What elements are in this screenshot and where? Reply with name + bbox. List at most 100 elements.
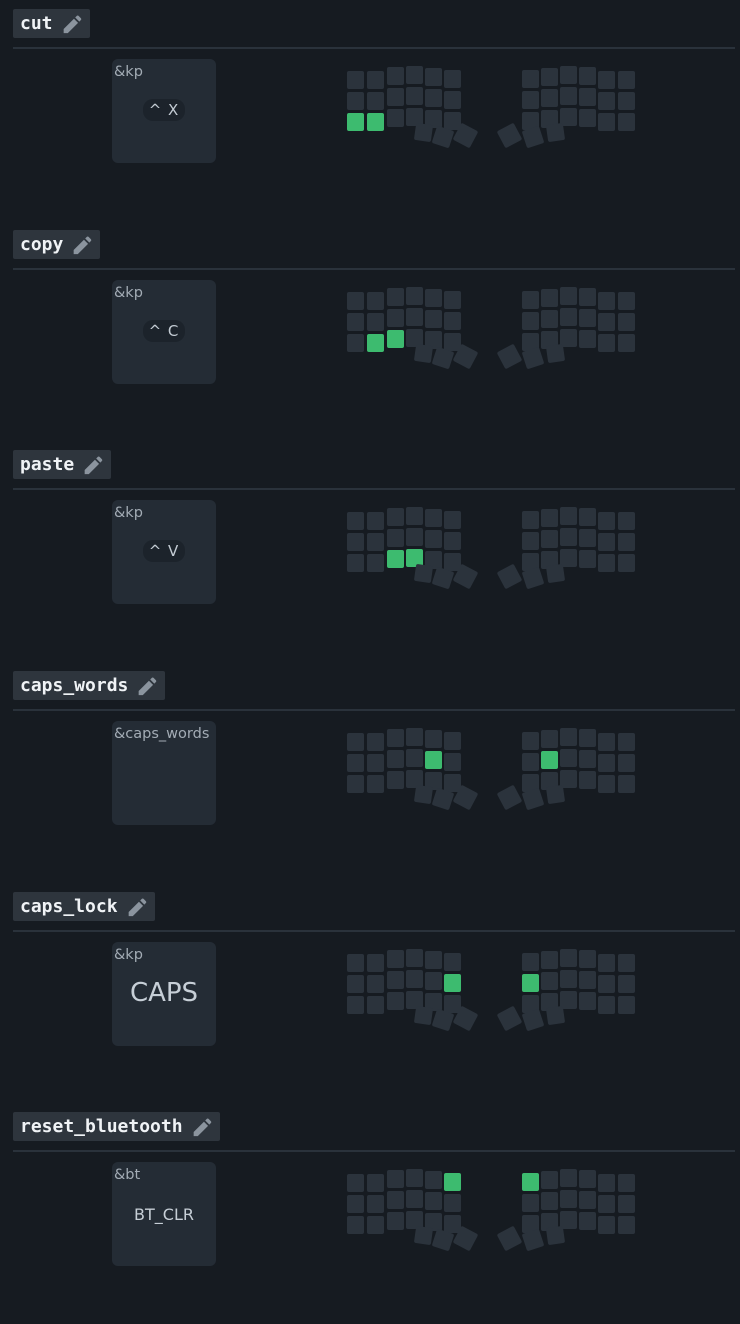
pencil-icon[interactable] (135, 675, 157, 697)
key (560, 308, 577, 326)
behavior-label: &caps_words (114, 726, 210, 742)
key (406, 949, 423, 967)
key (387, 109, 404, 127)
key (367, 733, 384, 751)
key (560, 329, 577, 347)
key (406, 108, 423, 126)
behavior-label: &bt (114, 1167, 141, 1183)
key (406, 287, 423, 305)
binding-card[interactable]: &kp ^ X (112, 59, 216, 163)
key (618, 996, 635, 1014)
binding-card[interactable]: &kp CAPS (112, 942, 216, 1046)
key (406, 970, 423, 988)
key (444, 291, 461, 309)
key (347, 996, 364, 1014)
binding-card[interactable]: &kp ^ C (112, 280, 216, 384)
key (560, 1190, 577, 1208)
combo-name: cut (20, 13, 53, 34)
key (347, 975, 364, 993)
active-key (387, 330, 404, 348)
key (522, 312, 539, 330)
key (406, 87, 423, 105)
key (367, 1174, 384, 1192)
key (560, 1169, 577, 1187)
combo-item: cut &kp ^ X (0, 0, 740, 221)
combo-name-tag[interactable]: cut (13, 9, 90, 38)
combo-name: paste (20, 454, 75, 475)
binding-card[interactable]: &kp ^ V (112, 500, 216, 604)
key (406, 770, 423, 788)
key (425, 509, 442, 527)
key (579, 508, 596, 526)
key (444, 753, 461, 771)
key (598, 313, 615, 331)
key (598, 1174, 615, 1192)
keyboard-diagram (347, 949, 635, 1031)
key (598, 512, 615, 530)
key (598, 533, 615, 551)
key (579, 109, 596, 127)
key (425, 68, 442, 86)
key (406, 728, 423, 746)
key (560, 728, 577, 746)
pencil-icon[interactable] (190, 1116, 212, 1138)
key (618, 1216, 635, 1234)
binding-card[interactable]: &bt BT_CLR (112, 1162, 216, 1266)
pencil-icon[interactable] (125, 896, 147, 918)
combo-item: caps_words &caps_words (0, 662, 740, 883)
combo-name: reset_bluetooth (20, 1116, 183, 1137)
key (541, 509, 558, 527)
active-key (522, 974, 539, 992)
key (598, 754, 615, 772)
key (367, 1216, 384, 1234)
key (444, 774, 461, 792)
key (367, 996, 384, 1014)
key (387, 992, 404, 1010)
key (387, 88, 404, 106)
key (347, 334, 364, 352)
key (618, 533, 635, 551)
key (367, 554, 384, 572)
key (541, 951, 558, 969)
key (347, 92, 364, 110)
combo-name-tag[interactable]: reset_bluetooth (13, 1112, 220, 1141)
key (598, 292, 615, 310)
pencil-icon[interactable] (81, 454, 103, 476)
key (444, 953, 461, 971)
key (560, 1211, 577, 1229)
key (387, 971, 404, 989)
combo-item: reset_bluetooth &bt BT_CLR (0, 1103, 740, 1324)
key (444, 112, 461, 130)
key (598, 733, 615, 751)
pencil-icon[interactable] (70, 234, 92, 256)
key (347, 733, 364, 751)
key (618, 1174, 635, 1192)
key (497, 1226, 522, 1251)
key (541, 289, 558, 307)
key (425, 89, 442, 107)
combo-name-tag[interactable]: copy (13, 230, 101, 259)
combo-name-tag[interactable]: caps_lock (13, 892, 155, 921)
key (497, 785, 522, 810)
key (497, 1006, 522, 1031)
combo-name-tag[interactable]: caps_words (13, 671, 166, 700)
pencil-icon[interactable] (60, 13, 82, 35)
key (347, 71, 364, 89)
keyboard-diagram (347, 287, 635, 369)
combo-name-tag[interactable]: paste (13, 450, 112, 479)
key (367, 754, 384, 772)
param-row: ^ X (112, 99, 216, 121)
key (579, 88, 596, 106)
binding-card[interactable]: &caps_words (112, 721, 216, 825)
active-key (347, 113, 364, 131)
key (414, 785, 433, 804)
key (560, 528, 577, 546)
key (347, 1174, 364, 1192)
key (425, 1192, 442, 1210)
key (579, 1212, 596, 1230)
param-row: ^ V (112, 540, 216, 562)
key (347, 313, 364, 331)
param-label: CAPS (129, 978, 199, 1008)
key (406, 507, 423, 525)
key (522, 70, 539, 88)
